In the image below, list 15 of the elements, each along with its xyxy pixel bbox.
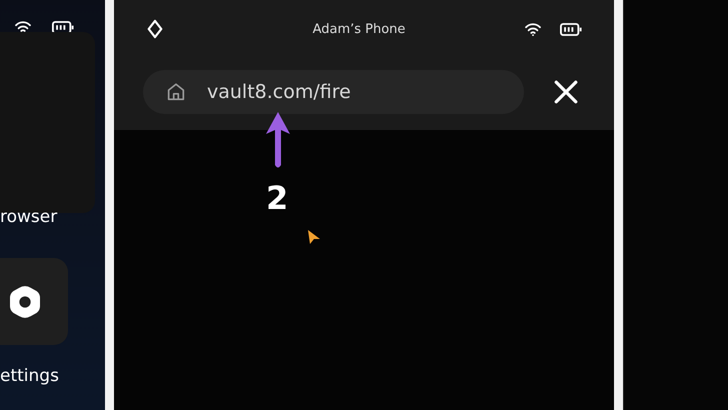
arrow-annotation [263, 110, 293, 170]
diamond-icon [146, 19, 164, 39]
wifi-icon [14, 20, 32, 34]
app-tile[interactable] [0, 32, 95, 213]
close-icon [553, 79, 579, 105]
device-name: Adam’s Phone [312, 22, 406, 36]
wifi-icon [524, 22, 542, 36]
app-label: ettings [0, 366, 60, 386]
settings-tile[interactable] [0, 258, 68, 345]
cursor-icon [307, 229, 321, 245]
step-number: 2 [266, 178, 288, 218]
app-label: rowser [0, 207, 58, 227]
address-field[interactable]: vault8.com/fire [143, 70, 524, 114]
home-icon [165, 81, 187, 103]
battery-icon [560, 22, 582, 36]
